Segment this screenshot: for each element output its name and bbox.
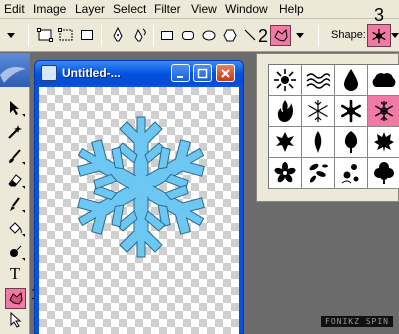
tools-palette-header — [0, 53, 30, 87]
rounded-rectangle-icon[interactable] — [179, 26, 197, 44]
flower-scatter-icon[interactable] — [335, 158, 368, 189]
pen-tool-icon[interactable] — [109, 26, 127, 44]
menu-filter[interactable]: Filter — [154, 2, 181, 16]
cloud-icon[interactable] — [368, 65, 399, 96]
options-bar: 2 Shape: 3 — [0, 5, 399, 52]
leaf-icon[interactable] — [269, 127, 302, 158]
move-tool-icon[interactable] — [5, 98, 25, 118]
sun-icon[interactable] — [269, 65, 302, 96]
fire-icon[interactable] — [269, 96, 302, 127]
blur-tool-icon[interactable] — [5, 242, 25, 262]
clover-icon[interactable] — [368, 158, 399, 189]
raindrop-icon[interactable] — [335, 65, 368, 96]
document-window: Untitled-... — [34, 60, 244, 334]
tools-palette: T 1 — [0, 53, 40, 334]
separator — [101, 25, 102, 46]
photoshop-document-icon — [41, 65, 57, 81]
callout-number-3: 3 — [374, 5, 385, 25]
snowflake-icon — [372, 28, 386, 43]
callout-number-2: 2 — [258, 26, 269, 46]
leaf-scatter-icon[interactable] — [302, 158, 335, 189]
menu-window[interactable]: Window — [225, 2, 268, 16]
document-title: Untitled-... — [62, 66, 121, 80]
custom-shape-icon[interactable] — [5, 288, 26, 309]
maple-leaf-icon[interactable] — [335, 127, 368, 158]
freeform-pen-icon[interactable] — [131, 26, 149, 44]
eraser-tool-icon[interactable] — [5, 170, 25, 190]
menu-help[interactable]: Help — [279, 2, 304, 16]
maximize-icon — [197, 68, 208, 78]
separator — [28, 25, 29, 46]
paint-bucket-icon[interactable] — [5, 218, 25, 238]
fern-leaf-icon[interactable] — [302, 127, 335, 158]
custom-shape-picker — [256, 53, 399, 202]
magic-wand-icon[interactable] — [5, 122, 25, 142]
history-brush-icon[interactable] — [5, 194, 25, 214]
geometry-options-dropdown[interactable] — [291, 26, 309, 44]
direct-selection-icon[interactable] — [5, 310, 25, 330]
shape-label: Shape: — [331, 29, 366, 41]
brush-tool-icon[interactable] — [5, 146, 25, 166]
document-titlebar[interactable]: Untitled-... — [35, 61, 243, 85]
minimize-button[interactable] — [171, 64, 190, 82]
watermark: FONIKZ SPIN — [321, 316, 393, 327]
menu-layer[interactable]: Layer — [75, 2, 105, 16]
snowflake-outline-icon[interactable] — [302, 96, 335, 127]
line-icon[interactable] — [241, 26, 259, 44]
shape-preset-picker[interactable] — [367, 24, 391, 47]
separator — [153, 25, 154, 46]
rectangle-shape-icon[interactable] — [158, 26, 176, 44]
fill-pixels-mode-icon[interactable] — [78, 26, 96, 44]
maximize-button[interactable] — [193, 64, 212, 82]
snowflake-selected-icon[interactable] — [368, 96, 399, 127]
oak-leaf-icon[interactable] — [368, 127, 399, 158]
custom-shape-tool-icon[interactable] — [270, 25, 291, 46]
shape-preset-dropdown-arrow[interactable] — [390, 26, 399, 44]
shape-preset-grid — [268, 64, 399, 189]
paths-mode-icon[interactable] — [57, 26, 75, 44]
menu-image[interactable]: Image — [33, 2, 66, 16]
separator — [318, 25, 319, 46]
flower-icon[interactable] — [269, 158, 302, 189]
shape-layers-mode-icon[interactable] — [36, 26, 54, 44]
waves-icon[interactable] — [302, 65, 335, 96]
menu-edit[interactable]: Edit — [4, 2, 25, 16]
menu-bar: Edit Image Layer Select Filter View Wind… — [0, 0, 399, 19]
close-icon — [221, 68, 230, 78]
polygon-icon[interactable] — [221, 26, 239, 44]
type-tool[interactable]: T — [5, 264, 25, 284]
close-button[interactable] — [216, 64, 235, 82]
snowflake-solid-icon[interactable] — [335, 96, 368, 127]
snowflake-shape — [67, 116, 215, 258]
minimize-icon — [177, 75, 183, 78]
document-canvas[interactable] — [39, 87, 239, 334]
menu-view[interactable]: View — [191, 2, 217, 16]
tool-preset-dropdown[interactable] — [2, 26, 20, 44]
menu-select[interactable]: Select — [113, 2, 146, 16]
ellipse-icon[interactable] — [200, 26, 218, 44]
